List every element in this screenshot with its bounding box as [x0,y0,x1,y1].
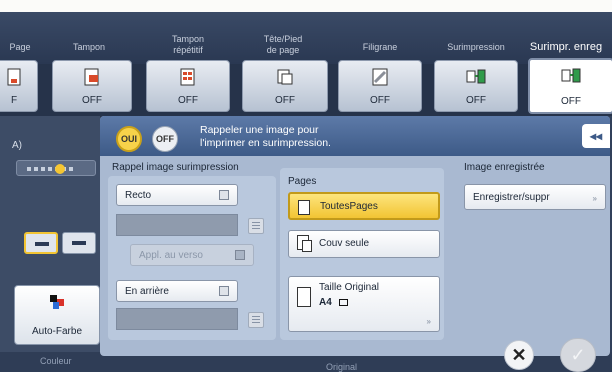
repeat-stamp-icon [180,68,195,86]
register-delete-button[interactable]: Enregistrer/suppr » [464,184,606,210]
layout-icon [72,241,86,245]
oui-toggle[interactable]: OUI [116,126,142,152]
tile-tampon-repetitif[interactable]: OFF [146,60,230,112]
tile-tampon[interactable]: OFF [52,60,132,112]
forward-arrow-icon: » [592,194,597,203]
register-delete-label: Enregistrer/suppr [473,192,550,203]
off-toggle[interactable]: OFF [152,126,178,152]
layout-icon [35,242,49,246]
dialog-description: Rappeler une image pour l'imprimer en su… [200,124,331,149]
document-front-icon [302,240,312,252]
tile-surimpr-enreg[interactable]: OFF [528,58,612,114]
tab-tampon-repetitif[interactable]: Tampon répétitif [148,34,228,56]
apply-back-checkbox-icon [235,250,245,260]
top-bar [0,0,612,12]
watermark-icon [372,68,388,86]
grid-list-icon-2[interactable] [248,312,264,328]
tab-page[interactable]: Page [0,42,40,53]
tile-value: OFF [178,95,198,106]
tile-value: OFF [561,96,581,107]
recall-section-title: Rappel image surimpression [112,162,239,173]
registered-overlay-icon [561,68,581,83]
dialog-header: OUI OFF Rappeler une image pour l'imprim… [100,116,610,156]
all-pages-label: ToutesPages [320,201,378,212]
more-arrow-icon: » [426,317,431,326]
layout-button-1[interactable] [24,232,58,254]
recto-label: Recto [125,190,152,201]
tile-tete-pied[interactable]: OFF [242,60,328,112]
overlay-dialog: OUI OFF Rappeler une image pour l'imprim… [100,116,610,356]
tile-value: F [10,95,18,106]
tile-filigrane[interactable]: OFF [338,60,422,112]
tile-surimpression[interactable]: OFF [434,60,518,112]
copy-screen: Page Tampon Tampon répétitif Tête/Pied d… [0,0,612,372]
grid-list-icon[interactable] [248,218,264,234]
color-icon [50,295,64,309]
tab-surimpr-enreg[interactable]: Surimpr. enreg [520,42,612,53]
header-footer-icon [277,69,293,85]
recto-checkbox-icon [219,190,229,200]
page-number-icon [7,68,21,86]
layout-button-2[interactable] [62,232,96,254]
registered-title: Image enregistrée [464,162,545,173]
tile-value: OFF [370,95,390,106]
tile-value: OFF [82,95,102,106]
landscape-icon [339,299,348,306]
apply-back-label: Appl. au verso [139,250,203,261]
tab-tete-pied[interactable]: Tête/Pied de page [240,34,326,56]
recto-image-field[interactable] [116,214,238,236]
recto-button[interactable]: Recto [116,184,238,206]
apply-back-button[interactable]: Appl. au verso [130,244,254,266]
document-icon [298,200,310,215]
tab-tampon[interactable]: Tampon [56,42,122,53]
collapse-button[interactable]: ◂◂ [582,124,610,148]
slider-knob[interactable] [55,164,65,174]
back-image-field[interactable] [116,308,238,330]
tab-filigrane[interactable]: Filigrane [338,42,422,53]
close-button[interactable]: ✕ [504,340,534,370]
auto-color-label: Auto-Farbe [31,326,83,337]
auto-color-button[interactable]: Auto-Farbe [14,285,100,345]
tile-page[interactable]: F [0,60,38,112]
ok-button[interactable]: ✓ [560,338,596,372]
stamp-icon [84,68,99,86]
all-pages-button[interactable]: ToutesPages [288,192,440,220]
original-label: Original [326,362,358,372]
pages-title: Pages [288,176,317,187]
layer-checkbox-icon [219,286,229,296]
layer-back-label: En arrière [125,286,169,297]
layer-back-button[interactable]: En arrière [116,280,238,302]
density-slider[interactable] [16,160,96,176]
tab-surimpression[interactable]: Surimpression [436,42,516,53]
slider-dots [27,167,75,171]
overlay-icon [466,69,486,84]
tab-strip: Page Tampon Tampon répétitif Tête/Pied d… [0,12,612,64]
original-size-value: A4 [319,297,332,308]
cover-only-label: Couv seule [319,238,370,249]
original-size-button[interactable]: Taille Original A4 » [288,276,440,332]
density-label: A) [12,140,22,151]
tile-value: OFF [275,95,295,106]
cover-only-button[interactable]: Couv seule [288,230,440,258]
page-size-icon [297,287,311,307]
original-size-title: Taille Original [319,282,380,293]
couleur-label: Couleur [40,356,72,366]
tile-value: OFF [466,95,486,106]
